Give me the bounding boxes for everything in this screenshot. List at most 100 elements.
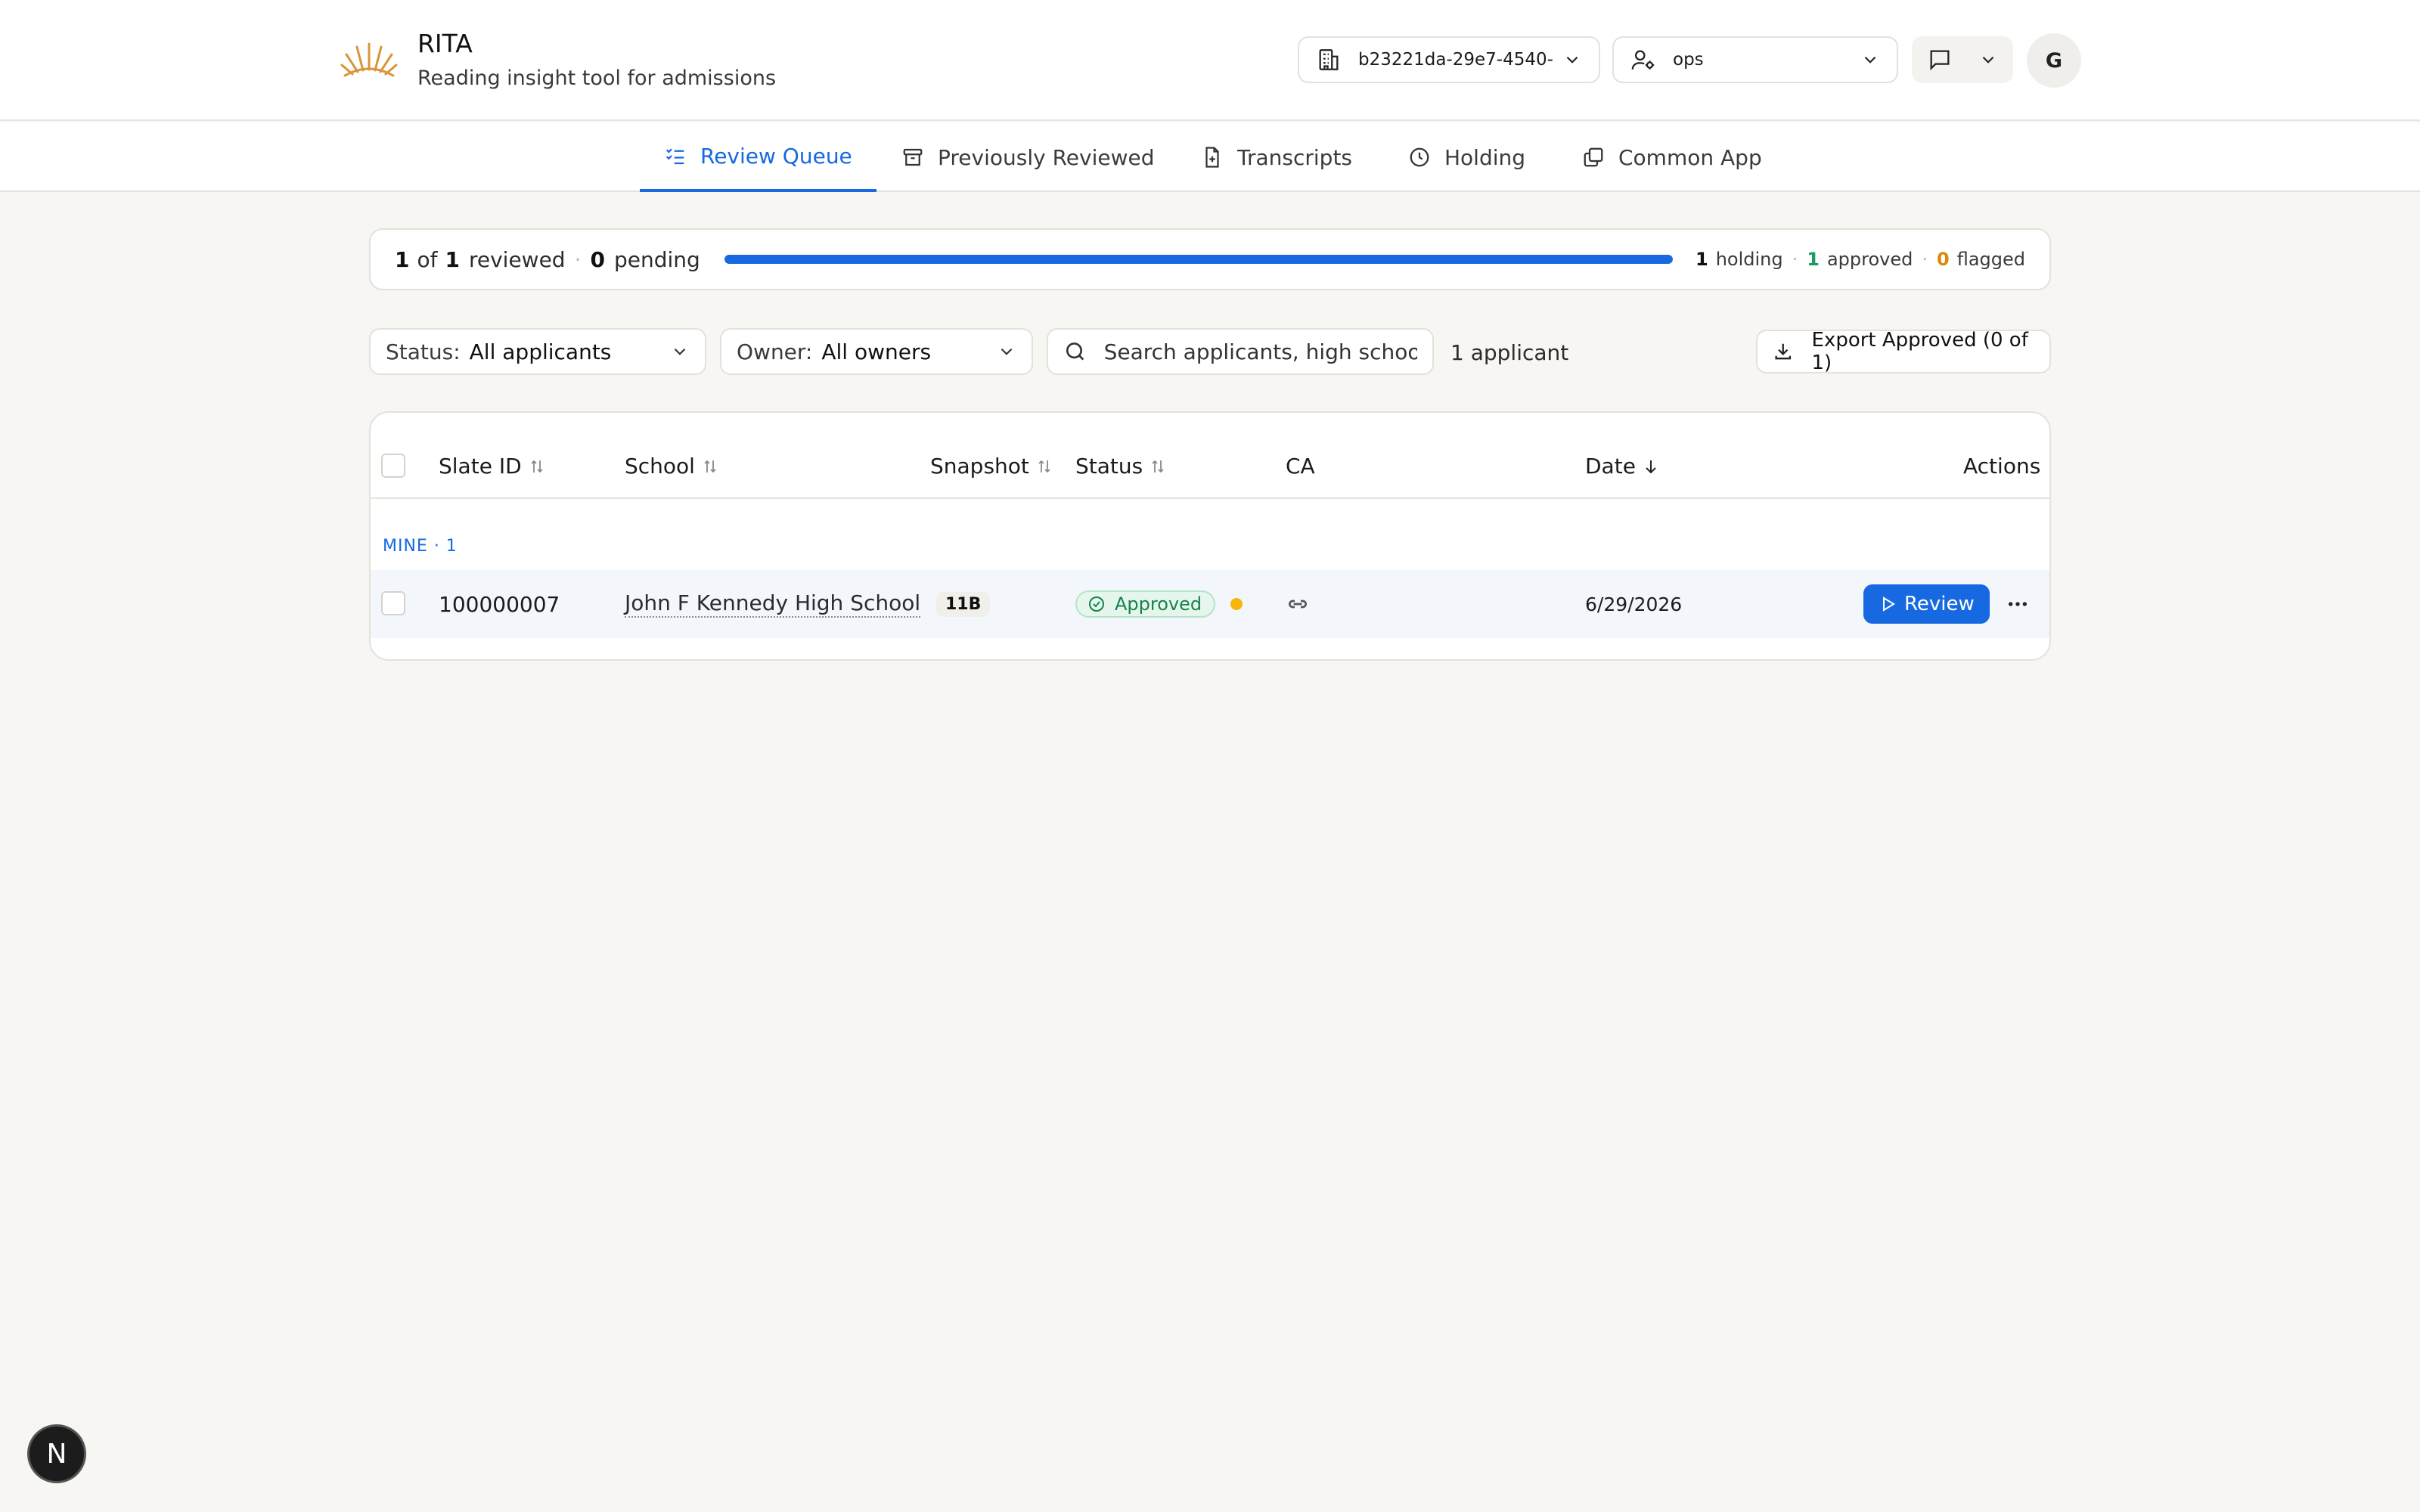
status-filter-value: All applicants <box>469 339 612 364</box>
reviewed-text: reviewed <box>468 246 566 272</box>
user-settings-icon <box>1631 50 1655 70</box>
sort-arrows-icon <box>1152 460 1164 472</box>
column-label: School <box>625 454 695 479</box>
holding-text: holding <box>1715 249 1783 270</box>
tab-review-queue[interactable]: Review Queue <box>640 122 876 192</box>
slate-id-cell: 100000007 <box>439 591 560 617</box>
more-horizontal-icon[interactable] <box>2006 592 2030 616</box>
warning-dot-icon <box>1230 598 1243 610</box>
school-link[interactable]: John F Kennedy High School <box>625 590 921 618</box>
tab-label: Common App <box>1618 144 1762 170</box>
search-box <box>1047 328 1434 375</box>
progress-stats: 1 holding · 1 approved · 0 flagged <box>1695 249 2025 270</box>
export-approved-label: Export Approved (0 of 1) <box>1811 329 2028 374</box>
date-cell: 6/29/2026 <box>1585 593 1683 615</box>
row-checkbox[interactable] <box>381 591 405 615</box>
flagged-count: 0 <box>1937 249 1950 270</box>
column-header-actions: Actions <box>1963 454 2040 479</box>
status-badge: Approved <box>1075 590 1216 618</box>
approved-text: approved <box>1826 249 1913 270</box>
checklist-icon <box>666 148 684 165</box>
sort-arrows-icon <box>531 460 543 472</box>
snapshot-badge: 11B <box>936 591 991 617</box>
of-text: of <box>417 246 438 272</box>
tab-transcripts[interactable]: Transcripts <box>1177 122 1376 192</box>
message-square-icon <box>1930 50 1950 71</box>
play-icon <box>1883 596 1895 612</box>
chevron-down-icon <box>1982 56 1994 64</box>
column-header-school[interactable]: School <box>625 454 719 479</box>
app-title: RITA <box>417 29 473 58</box>
status-filter-select[interactable]: Status: All applicants <box>369 328 706 375</box>
tab-label: Transcripts <box>1237 144 1353 170</box>
column-label: Snapshot <box>930 454 1029 479</box>
group-label-mine: MINE · 1 <box>383 537 458 556</box>
chevron-down-icon <box>674 348 686 355</box>
column-header-status[interactable]: Status <box>1075 454 1167 479</box>
applicants-table: Slate ID School Snapshot Status CA Date … <box>369 411 2051 661</box>
column-label: Slate ID <box>439 454 522 479</box>
status-cell: Approved <box>1075 570 1243 638</box>
organization-select[interactable]: b23221da-29e7-4540- <box>1298 36 1600 83</box>
tab-label: Previously Reviewed <box>938 144 1155 170</box>
arrow-down-icon <box>1646 460 1656 473</box>
total-count: 1 <box>445 246 460 272</box>
review-progress-card: 1 of 1 reviewed · 0 pending 1 holding · … <box>369 228 2051 290</box>
file-plus-icon <box>1205 147 1219 168</box>
snapshot-cell: 11B <box>936 570 991 638</box>
table-header: Slate ID School Snapshot Status CA Date … <box>371 413 2049 499</box>
brand-text: RITA Reading insight tool for admissions <box>417 27 776 94</box>
column-label: Date <box>1585 454 1636 479</box>
owner-filter-select[interactable]: Owner: All owners <box>720 328 1033 375</box>
review-button[interactable]: Review <box>1863 584 1990 624</box>
brand: RITA Reading insight tool for admissions <box>340 27 776 94</box>
ca-cell <box>1286 570 1310 638</box>
search-icon <box>1066 342 1084 361</box>
user-avatar[interactable]: G <box>2027 33 2081 88</box>
sort-arrows-icon <box>1038 460 1050 472</box>
pending-text: pending <box>613 246 700 272</box>
download-icon <box>1775 343 1792 360</box>
feedback-menu-button[interactable] <box>1912 36 2013 83</box>
row-menu-cell <box>2006 570 2030 638</box>
status-badge-label: Approved <box>1115 593 1202 615</box>
table-row[interactable]: 100000007 John F Kennedy High School 11B… <box>371 570 2049 638</box>
search-input[interactable] <box>1103 339 1417 364</box>
tab-label: Holding <box>1444 144 1526 170</box>
role-select-value: ops <box>1673 50 1704 70</box>
owner-filter-value: All owners <box>821 339 932 364</box>
column-label: CA <box>1286 454 1315 479</box>
tab-common-app[interactable]: Common App <box>1558 122 1786 192</box>
tab-label: Review Queue <box>700 143 852 169</box>
select-all-checkbox[interactable] <box>381 454 405 478</box>
column-header-date[interactable]: Date <box>1585 454 1660 479</box>
role-select[interactable]: ops <box>1612 36 1898 83</box>
column-header-snapshot[interactable]: Snapshot <box>930 454 1053 479</box>
progress-bar <box>724 255 1673 264</box>
chevron-down-icon <box>1566 56 1578 64</box>
export-approved-button[interactable]: Export Approved (0 of 1) <box>1756 329 2051 374</box>
pending-count: 0 <box>590 246 605 272</box>
building-icon <box>1319 49 1339 70</box>
tab-holding[interactable]: Holding <box>1384 122 1550 192</box>
archive-icon <box>903 148 923 166</box>
tab-previously-reviewed[interactable]: Previously Reviewed <box>877 122 1178 192</box>
column-header-slate-id[interactable]: Slate ID <box>439 454 546 479</box>
approved-count: 1 <box>1807 249 1820 270</box>
sort-arrows-icon <box>704 460 716 472</box>
chevron-down-icon <box>1001 348 1013 355</box>
flagged-text: flagged <box>1956 249 2025 270</box>
dev-tools-badge[interactable]: N <box>27 1424 86 1483</box>
sunburst-logo-icon <box>340 42 398 77</box>
check-circle-icon <box>1089 596 1104 612</box>
clock-icon <box>1410 147 1429 167</box>
progress-bar-fill <box>724 255 1673 264</box>
reviewed-count: 1 <box>395 246 410 272</box>
actions-cell: Review <box>1863 570 1990 638</box>
link-icon[interactable] <box>1286 592 1310 616</box>
review-button-label: Review <box>1904 593 1975 615</box>
chevron-down-icon <box>1864 56 1876 64</box>
school-cell: John F Kennedy High School <box>625 570 921 638</box>
copy-icon <box>1584 147 1603 167</box>
owner-filter-label: Owner: <box>737 339 813 364</box>
